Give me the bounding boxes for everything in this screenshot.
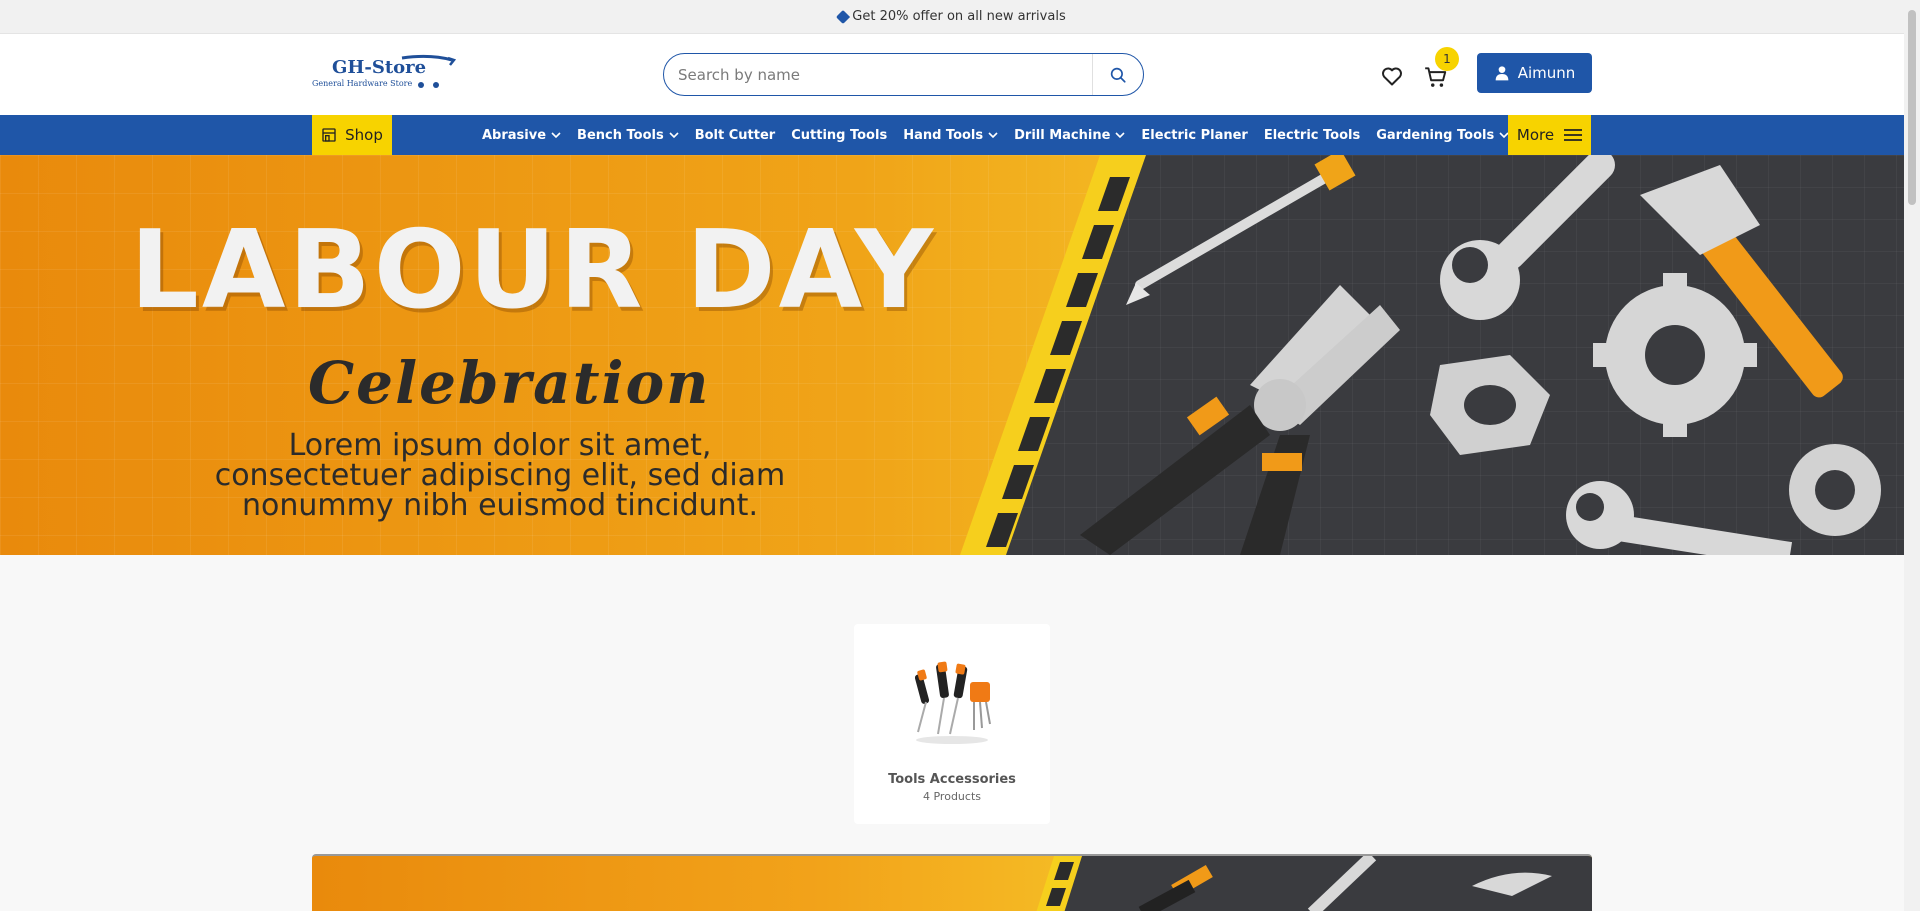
category-title: Tools Accessories: [888, 772, 1016, 787]
search-icon: [1110, 67, 1126, 83]
wrench-icon: [1440, 155, 1615, 320]
nav-item-label: Cutting Tools: [791, 127, 888, 143]
hamburger-menu-icon: [1564, 129, 1583, 141]
hero-body-line: consectetuer adipiscing elit, sed diam: [214, 458, 786, 493]
nav-item-label: Electric Tools: [1263, 127, 1361, 143]
nav-item-cutting-tools[interactable]: Cutting Tools: [791, 128, 887, 143]
cart-count-badge: 1: [1435, 47, 1459, 71]
main-nav: Shop Abrasive Bench Tools Bolt Cutter Cu…: [0, 115, 1904, 155]
site-header: GH-Store General Hardware Store 1 Aimunn: [0, 34, 1904, 115]
store-icon: [322, 128, 336, 142]
site-logo[interactable]: GH-Store General Hardware Store: [310, 52, 456, 92]
hero-body-line: nonummy nibh euismod tincidunt.: [242, 488, 758, 523]
nav-links: Abrasive Bench Tools Bolt Cutter Cutting…: [482, 115, 1525, 155]
nav-item-hand-tools[interactable]: Hand Tools: [903, 128, 998, 143]
pliers-icon: [1080, 285, 1400, 555]
chevron-down-icon: [551, 132, 561, 139]
category-card-tools-accessories[interactable]: Tools Accessories 4 Products: [854, 624, 1050, 824]
tools-accessories-image: [914, 661, 991, 744]
hero-subtitle: Celebration: [308, 349, 711, 417]
scrollbar-thumb[interactable]: [1908, 10, 1916, 205]
logo-tagline: General Hardware Store: [312, 79, 413, 88]
announcement-text: Get 20% offer on all new arrivals: [852, 9, 1066, 24]
logo-name: GH-Store: [332, 57, 427, 78]
wrench-icon-2: [1566, 481, 1793, 555]
page-scrollbar[interactable]: [1904, 0, 1920, 911]
search-bar: [663, 53, 1144, 96]
search-input[interactable]: [664, 65, 1092, 84]
chevron-down-icon: [669, 132, 679, 139]
search-button[interactable]: [1093, 54, 1143, 95]
nav-item-bench-tools[interactable]: Bench Tools: [577, 128, 679, 143]
hero-title: LABOUR DAY: [130, 208, 937, 333]
user-name: Aimunn: [1517, 64, 1576, 82]
nav-item-label: Gardening Tools: [1376, 127, 1495, 143]
tag-icon: [836, 9, 851, 24]
nav-item-label: Abrasive: [482, 127, 547, 143]
nav-item-electric-planer[interactable]: Electric Planer: [1141, 128, 1247, 143]
user-icon: [1495, 66, 1509, 81]
nut-icon: [1430, 355, 1550, 455]
nav-item-label: Drill Machine: [1014, 127, 1111, 143]
small-gear-icon: [1789, 444, 1881, 536]
promo-banner-2[interactable]: [312, 854, 1592, 911]
nav-item-label: Hand Tools: [903, 127, 984, 143]
gear-icon: [1593, 273, 1757, 437]
shop-button[interactable]: Shop: [312, 115, 392, 155]
nav-item-label: Electric Planer: [1141, 127, 1248, 143]
more-label: More: [1516, 126, 1555, 144]
nav-item-label: Bolt Cutter: [694, 127, 776, 143]
nav-item-drill-machine[interactable]: Drill Machine: [1014, 128, 1125, 143]
more-menu-button[interactable]: More: [1508, 115, 1591, 155]
shop-label: Shop: [345, 126, 383, 144]
user-account-button[interactable]: Aimunn: [1477, 53, 1592, 93]
nav-item-gardening-tools[interactable]: Gardening Tools: [1376, 128, 1509, 143]
hero-banner[interactable]: LABOUR DAY Celebration Lorem ipsum dolor…: [0, 155, 1904, 555]
chevron-down-icon: [1115, 132, 1125, 139]
category-count: 4 Products: [923, 790, 981, 803]
nav-item-bolt-cutter[interactable]: Bolt Cutter: [695, 128, 776, 143]
announcement-bar: Get 20% offer on all new arrivals: [0, 0, 1904, 34]
hero-body-line: Lorem ipsum dolor sit amet,: [288, 428, 712, 463]
nav-item-abrasive[interactable]: Abrasive: [482, 128, 561, 143]
banner2-illustration: [1036, 856, 1552, 911]
screwdriver-icon: [1126, 155, 1356, 305]
chevron-down-icon: [988, 132, 998, 139]
hero-body: Lorem ipsum dolor sit amet, consectetuer…: [150, 431, 850, 521]
wishlist-heart-icon[interactable]: [1380, 64, 1404, 88]
nav-item-label: Bench Tools: [577, 127, 664, 143]
nav-item-electric-tools[interactable]: Electric Tools: [1264, 128, 1360, 143]
